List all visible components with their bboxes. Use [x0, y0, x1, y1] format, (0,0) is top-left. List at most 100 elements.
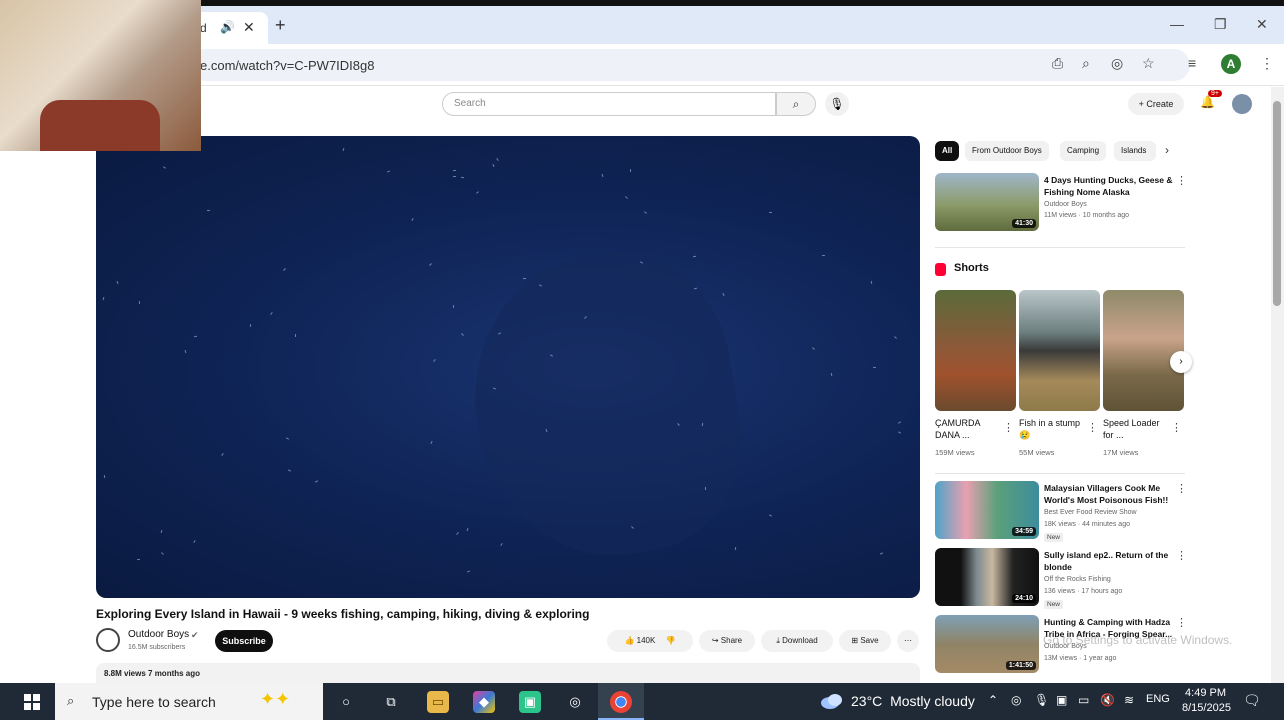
file-explorer-icon[interactable]: ▭: [427, 691, 449, 713]
save-button[interactable]: ⊞ Save: [839, 630, 891, 652]
channel-name[interactable]: Outdoor Boys: [128, 629, 189, 640]
short-thumbnail[interactable]: [1019, 290, 1100, 411]
clock[interactable]: 4:49 PM 8/15/2025: [1182, 686, 1231, 716]
save-icon: ⊞: [851, 636, 859, 645]
like-dislike-button[interactable]: 👍 140K 👎: [607, 630, 693, 652]
chevron-right-icon[interactable]: ›: [1165, 143, 1169, 157]
share-button[interactable]: ↪ Share: [699, 630, 755, 652]
create-button[interactable]: + Create: [1128, 93, 1184, 115]
weather-text[interactable]: 23°C Mostly cloudy: [851, 693, 975, 709]
water-particle: [897, 421, 902, 424]
rec-video-title[interactable]: 4 Days Hunting Ducks, Geese & Fishing No…: [1044, 174, 1178, 198]
restore-icon[interactable]: ❐: [1214, 16, 1227, 33]
windows-start-icon[interactable]: [24, 694, 40, 710]
notification-center-icon[interactable]: 🗨: [1243, 692, 1261, 709]
browser-menu-icon[interactable]: ⋮: [1260, 55, 1274, 72]
water-particle: [184, 349, 187, 354]
chip-from-outdoor-boys[interactable]: From Outdoor Boys: [965, 141, 1049, 161]
chevron-up-icon[interactable]: ⌃: [988, 693, 998, 707]
app-icon-2[interactable]: ◎: [564, 691, 586, 713]
short-title[interactable]: ÇAMURDA DANA ...: [935, 417, 1001, 441]
like-icon[interactable]: 👍: [624, 636, 634, 645]
chrome-icon[interactable]: [610, 691, 632, 713]
cloud-weather-icon: [821, 694, 842, 709]
language-indicator[interactable]: ENG: [1146, 693, 1170, 705]
rec-video-title[interactable]: Malaysian Villagers Cook Me World's Most…: [1044, 482, 1178, 506]
short-views: 55M views: [1019, 448, 1055, 457]
new-tab-icon[interactable]: +: [275, 15, 286, 36]
page-scrollbar[interactable]: [1271, 87, 1284, 683]
like-count: 140K: [636, 636, 656, 645]
profile-avatar[interactable]: A: [1221, 54, 1241, 74]
rec-video-title[interactable]: Sully island ep2.. Return of the blonde: [1044, 549, 1178, 573]
more-options-icon[interactable]: ⋮: [1176, 482, 1187, 495]
water-particle: [314, 480, 319, 483]
scrollbar-thumb[interactable]: [1273, 101, 1281, 306]
bell-icon[interactable]: 🔔: [1200, 95, 1215, 109]
speaker-muted-icon[interactable]: 🔇: [1100, 693, 1115, 707]
mic-tray-icon[interactable]: 🎙: [1034, 693, 1049, 707]
water-particle: [452, 175, 457, 178]
video-thumbnail[interactable]: 34:59: [935, 481, 1039, 539]
rec-channel[interactable]: Off the Rocks Fishing: [1044, 576, 1111, 583]
avatar[interactable]: [1232, 94, 1252, 114]
address-bar[interactable]: e.com/watch?v=C-PW7IDI8g8: [190, 49, 1190, 81]
taskbar-search-input[interactable]: ⌕ Type here to search ✦✦: [55, 683, 323, 720]
description-meta: 8.8M views 7 months ago: [104, 669, 201, 678]
channel-avatar[interactable]: [96, 628, 120, 652]
dislike-icon[interactable]: 👎: [666, 636, 676, 645]
wifi-icon[interactable]: ≋: [1124, 693, 1134, 707]
water-particle: [601, 173, 604, 178]
chip-camping[interactable]: Camping: [1060, 141, 1107, 161]
camera-tray-icon[interactable]: ▣: [1056, 693, 1067, 707]
zoom-icon[interactable]: ⌕: [1082, 55, 1090, 72]
more-options-icon[interactable]: ⋮: [1176, 174, 1187, 187]
install-app-icon[interactable]: ⎙: [1052, 55, 1063, 72]
tab-audio-icon[interactable]: 🔊: [220, 20, 235, 34]
short-thumbnail[interactable]: [935, 290, 1016, 411]
water-particle: [872, 366, 877, 369]
more-options-icon[interactable]: ⋮: [1087, 421, 1098, 434]
video-player[interactable]: [96, 136, 920, 598]
mic-icon[interactable]: 🎙: [825, 92, 849, 116]
water-particle: [285, 437, 290, 440]
chip-islands[interactable]: Islands: [1114, 141, 1156, 161]
tab-close-icon[interactable]: ✕: [243, 19, 255, 36]
search-input[interactable]: Search: [442, 92, 776, 116]
battery-icon[interactable]: ▭: [1078, 693, 1089, 707]
tray-app-icon[interactable]: ◎: [1011, 693, 1021, 707]
media-controls-icon[interactable]: ≡: [1188, 55, 1196, 71]
water-particle: [500, 542, 503, 547]
more-options-icon[interactable]: ⋮: [1176, 549, 1187, 562]
short-title[interactable]: Fish in a stump😢: [1019, 417, 1085, 441]
rec-channel[interactable]: Outdoor Boys: [1044, 201, 1087, 208]
subscribe-button[interactable]: Subscribe: [215, 630, 273, 652]
shorts-heading: Shorts: [954, 262, 989, 274]
search-button[interactable]: ⌕: [776, 92, 816, 116]
divider: [935, 247, 1185, 248]
more-options-icon[interactable]: ⋮: [1003, 421, 1014, 434]
video-thumbnail[interactable]: 1:41:50: [935, 615, 1039, 673]
short-thumbnail[interactable]: [1103, 290, 1184, 411]
chip-all[interactable]: All: [935, 141, 960, 161]
shorts-next-icon[interactable]: ›: [1170, 351, 1192, 373]
cortana-icon[interactable]: ○: [335, 691, 357, 713]
short-title[interactable]: Speed Loader for ...: [1103, 417, 1169, 441]
search-placeholder: Search: [454, 98, 486, 109]
video-thumbnail[interactable]: 41:30: [935, 173, 1039, 231]
url-text[interactable]: e.com/watch?v=C-PW7IDI8g8: [200, 58, 374, 73]
download-button[interactable]: ⤓ Download: [761, 630, 833, 652]
window-close-icon[interactable]: ✕: [1256, 16, 1268, 33]
minimize-icon[interactable]: —: [1170, 16, 1184, 32]
more-options-icon[interactable]: ⋮: [1171, 421, 1182, 434]
task-view-icon[interactable]: ⧉: [380, 691, 402, 713]
copilot-icon[interactable]: ◆: [473, 691, 495, 713]
more-actions-icon[interactable]: ⋯: [897, 630, 919, 652]
app-icon[interactable]: ▣: [519, 691, 541, 713]
more-options-icon[interactable]: ⋮: [1176, 616, 1187, 629]
bookmark-star-icon[interactable]: ☆: [1142, 55, 1155, 72]
rec-channel[interactable]: Best Ever Food Review Show: [1044, 509, 1137, 516]
video-thumbnail[interactable]: 24:10: [935, 548, 1039, 606]
eye-off-icon[interactable]: ◎: [1111, 55, 1123, 72]
short-views: 17M views: [1103, 448, 1139, 457]
